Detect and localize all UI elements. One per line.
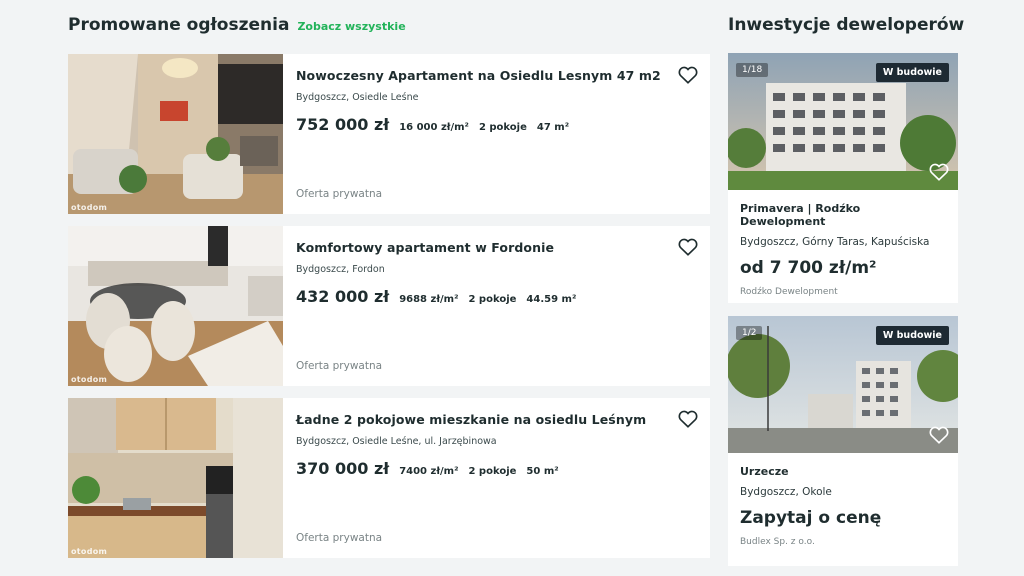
listing-card[interactable]: otodom Komfortowy apartament w Fordonie … — [68, 226, 710, 386]
section-title: Promowane ogłoszenia Zobacz wszystkie — [68, 15, 406, 35]
listing-owner: Oferta prywatna — [296, 360, 383, 372]
listing-location: Bydgoszcz, Osiedle Leśne, ul. Jarzębinow… — [296, 436, 497, 447]
listing-area: 44.59 m² — [526, 294, 577, 305]
listing-rooms: 2 pokoje — [468, 466, 517, 477]
listing-location: Bydgoszcz, Fordon — [296, 264, 385, 275]
listing-owner: Oferta prywatna — [296, 188, 383, 200]
listing-area: 47 m² — [536, 122, 570, 133]
developer-photo[interactable]: 1/2 W budowie — [728, 316, 958, 453]
heart-icon[interactable] — [678, 66, 698, 84]
photo-watermark: otodom — [71, 203, 108, 212]
investment-name[interactable]: Primavera | Rodźko Dewelopment — [740, 202, 946, 228]
status-badge: W budowie — [875, 63, 949, 82]
listing-title[interactable]: Ładne 2 pokojowe mieszkanie na osiedlu L… — [296, 412, 710, 427]
listing-price: 432 000 zł — [296, 287, 390, 306]
listing-price: 752 000 zł — [296, 115, 390, 134]
listing-photo[interactable]: otodom — [68, 226, 283, 386]
developer-name: Budlex Sp. z o.o. — [740, 537, 815, 547]
listing-price-per-m2: 16 000 zł/m² — [399, 122, 469, 133]
investment-location: Bydgoszcz, Okole — [740, 486, 832, 498]
listing-card[interactable]: otodom Ładne 2 pokojowe mieszkanie na os… — [68, 398, 710, 558]
listing-info: Nowoczesny Apartament na Osiedlu Lesnym … — [283, 54, 710, 214]
listing-title[interactable]: Nowoczesny Apartament na Osiedlu Lesnym … — [296, 68, 710, 83]
developer-card[interactable]: 1/18 W budowie Primavera | Rodźko Dewelo… — [728, 53, 958, 303]
listing-card[interactable]: otodom Nowoczesny Apartament na Osiedlu … — [68, 54, 710, 214]
developer-card[interactable]: 1/2 W budowie Urzecze Bydgoszcz, Okole Z… — [728, 316, 958, 566]
listing-info: Komfortowy apartament w Fordonie Bydgosz… — [283, 226, 710, 386]
developer-photo[interactable]: 1/18 W budowie — [728, 53, 958, 190]
photo-counter: 1/18 — [736, 63, 769, 77]
promoted-heading: Promowane ogłoszenia — [68, 15, 290, 35]
developer-heading: Inwestycje deweloperów — [728, 15, 965, 35]
status-badge: W budowie — [875, 326, 949, 345]
investment-price: Zapytaj o cenę — [740, 508, 882, 528]
listing-photo[interactable]: otodom — [68, 54, 283, 214]
listing-price-row: 370 000 zł 7400 zł/m² 2 pokoje 50 m² — [296, 459, 710, 478]
see-all-link[interactable]: Zobacz wszystkie — [297, 20, 405, 33]
heart-icon[interactable] — [929, 426, 949, 444]
investment-price: od 7 700 zł/m² — [740, 258, 877, 278]
photo-watermark: otodom — [71, 547, 108, 556]
developer-name: Rodźko Dewelopment — [740, 287, 838, 297]
listing-owner: Oferta prywatna — [296, 532, 383, 544]
developer-card-body: Primavera | Rodźko Dewelopment Bydgoszcz… — [728, 190, 958, 297]
listing-price-row: 432 000 zł 9688 zł/m² 2 pokoje 44.59 m² — [296, 287, 710, 306]
listing-info: Ładne 2 pokojowe mieszkanie na osiedlu L… — [283, 398, 710, 558]
investment-name[interactable]: Urzecze — [740, 465, 946, 478]
listing-area: 50 m² — [526, 466, 559, 477]
heart-icon[interactable] — [678, 238, 698, 256]
listing-location: Bydgoszcz, Osiedle Leśne — [296, 92, 419, 103]
developer-card-body: Urzecze Bydgoszcz, Okole Zapytaj o cenę … — [728, 453, 958, 547]
listing-photo[interactable]: otodom — [68, 398, 283, 558]
listing-rooms: 2 pokoje — [468, 294, 517, 305]
listing-price: 370 000 zł — [296, 459, 390, 478]
heart-icon[interactable] — [678, 410, 698, 428]
listing-price-per-m2: 9688 zł/m² — [399, 294, 459, 305]
investment-location: Bydgoszcz, Górny Taras, Kapuściska — [740, 236, 930, 248]
heart-icon[interactable] — [929, 163, 949, 181]
photo-counter: 1/2 — [736, 326, 763, 340]
listing-price-row: 752 000 zł 16 000 zł/m² 2 pokoje 47 m² — [296, 115, 710, 134]
photo-watermark: otodom — [71, 375, 108, 384]
listing-rooms: 2 pokoje — [478, 122, 527, 133]
listing-title[interactable]: Komfortowy apartament w Fordonie — [296, 240, 710, 255]
listing-price-per-m2: 7400 zł/m² — [399, 466, 459, 477]
